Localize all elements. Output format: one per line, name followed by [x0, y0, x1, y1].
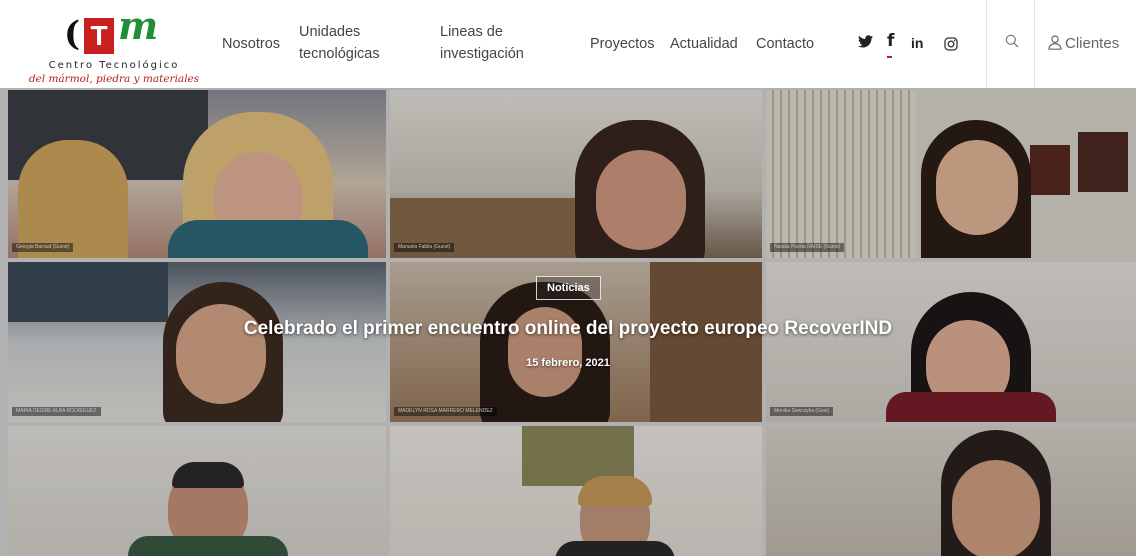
nav-unidades-line1: Unidades	[299, 24, 361, 40]
header-divider	[1034, 0, 1035, 88]
facebook-active-underline	[887, 56, 892, 58]
nav-lineas-line2: investigación	[440, 46, 524, 62]
logo-subtitle: del mármol, piedra y materiales	[28, 73, 200, 85]
clientes-link[interactable]: Clientes	[1048, 33, 1119, 55]
nav-proyectos[interactable]: Proyectos	[590, 33, 654, 55]
ctm-logo-mark: ( T m	[64, 3, 159, 54]
instagram-icon[interactable]	[944, 36, 958, 56]
twitter-icon[interactable]	[858, 33, 873, 53]
nav-nosotros[interactable]: Nosotros	[222, 33, 280, 55]
search-icon[interactable]	[1005, 34, 1021, 50]
nav-lineas-investigacion[interactable]: Lineas de investigación	[440, 21, 524, 65]
site-header: ( T m Centro Tecnológico del mármol, pie…	[0, 0, 1136, 88]
hero-date: 15 febrero, 2021	[526, 357, 610, 369]
hero-slider[interactable]: Georgia Baroud (Guest) Manuela Fabila (G…	[0, 88, 1136, 556]
logo-name: Centro Tecnológico	[48, 60, 180, 71]
user-icon	[1048, 35, 1062, 50]
nav-actualidad[interactable]: Actualidad	[670, 33, 738, 55]
nav-unidades-tecnologicas[interactable]: Unidades tecnológicas	[299, 21, 380, 65]
clientes-label: Clientes	[1065, 35, 1120, 52]
hero-title[interactable]: Celebrado el primer encuentro online del…	[0, 318, 1136, 340]
linkedin-icon[interactable]: in	[911, 33, 923, 53]
site-logo[interactable]: ( T m Centro Tecnológico del mármol, pie…	[24, 3, 204, 86]
nav-unidades-line2: tecnológicas	[299, 46, 380, 62]
nav-lineas-line1: Lineas de	[440, 24, 503, 40]
facebook-icon[interactable]: f	[887, 31, 894, 51]
header-divider	[986, 0, 987, 88]
category-badge[interactable]: Noticias	[536, 276, 601, 300]
nav-contacto[interactable]: Contacto	[756, 33, 814, 55]
